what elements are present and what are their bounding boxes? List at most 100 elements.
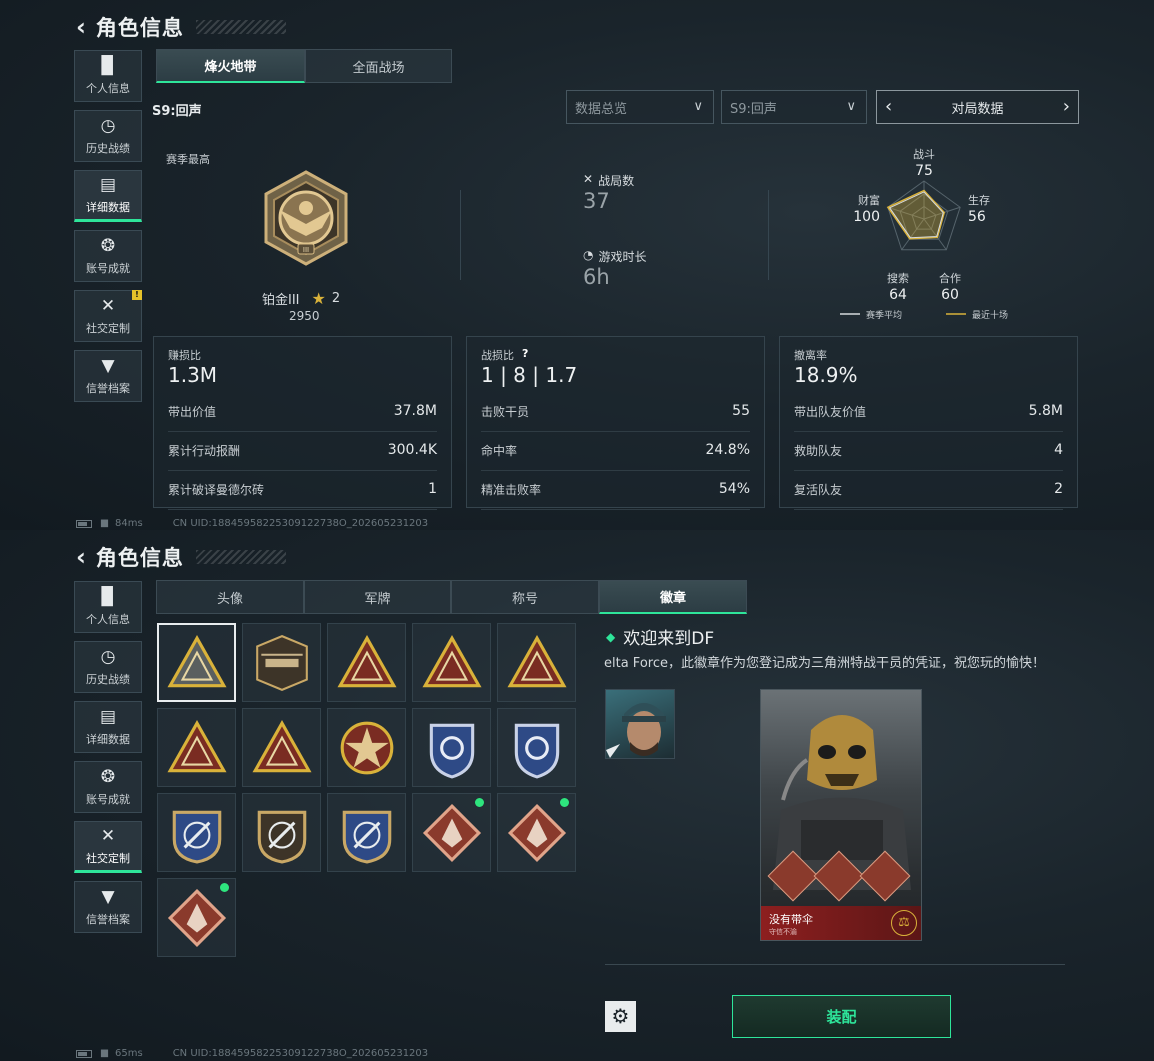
number-one-badge-icon: [166, 719, 227, 772]
badge-cell[interactable]: [157, 878, 236, 957]
crossed-swords-icon: ✕: [583, 172, 594, 186]
radar-axis-value: 56: [968, 209, 986, 225]
tab-badge[interactable]: 徽章: [599, 580, 747, 614]
overview-dropdown[interactable]: 数据总览 ∨: [566, 90, 714, 124]
row-divider: [794, 509, 1063, 510]
stat-row-label: 救助队友: [794, 444, 843, 458]
mode-tabs: 烽火地带 全面战场: [156, 49, 452, 83]
nav-history[interactable]: ◷ 历史战绩: [74, 110, 142, 162]
badge-cell[interactable]: [497, 708, 576, 787]
nav-reputation[interactable]: ▼ 信誉档案: [74, 881, 142, 933]
stat-row-value: 37.8M: [393, 403, 437, 419]
bar-chart-icon: ▐▍: [94, 55, 122, 76]
playtime-value: 6h: [583, 265, 610, 289]
stat-row-label: 带出价值: [168, 405, 217, 419]
nav-detailed-data[interactable]: ▤ 详细数据: [74, 701, 142, 753]
badge-cell[interactable]: [242, 623, 321, 702]
page-header: ‹ 角色信息: [76, 542, 286, 572]
bar-chart-icon: ▐▍: [94, 586, 122, 607]
nav-social-custom[interactable]: ✕ 社交定制!: [74, 290, 142, 342]
row-divider: [794, 431, 1063, 432]
tab-title[interactable]: 称号: [451, 580, 599, 614]
nav-social-custom[interactable]: ✕ 社交定制: [74, 821, 142, 873]
status-footer: ▮▮ 65ms CN UID:18845958225309122738O_202…: [76, 1048, 428, 1059]
equipped-badges: [767, 850, 911, 902]
badge-cell[interactable]: [327, 708, 406, 787]
tools-icon: ✕: [100, 825, 116, 846]
radar-axis-label: 财富: [858, 193, 880, 207]
nav-history[interactable]: ◷ 历史战绩: [74, 641, 142, 693]
badge-cell[interactable]: [242, 708, 321, 787]
nav-personal-info[interactable]: ▐▍ 个人信息: [74, 581, 142, 633]
operator-avatar[interactable]: [605, 689, 675, 759]
stopwatch-icon: ◔: [583, 248, 594, 262]
equip-button[interactable]: 装配: [732, 995, 951, 1038]
badge-cell[interactable]: [157, 708, 236, 787]
radar-recent-shape: [886, 189, 946, 240]
page-title: 角色信息: [95, 546, 184, 570]
stat-row-label: 命中率: [481, 444, 518, 458]
badge-cell[interactable]: [327, 793, 406, 872]
badge-description: elta Force，此徽章作为您登记成为三角洲特战干员的凭证，祝您玩的愉快！: [604, 656, 1045, 671]
radar-axis-value: 100: [853, 209, 880, 225]
badge-cell[interactable]: [412, 623, 491, 702]
stat-row-value: 54%: [718, 481, 750, 497]
playtime-label: ◔ 游戏时长: [583, 248, 647, 264]
season-dropdown[interactable]: S9:回声 ∨: [721, 90, 867, 124]
folders-icon: ▤: [99, 706, 117, 727]
tab-avatar[interactable]: 头像: [156, 580, 304, 614]
badge-cell[interactable]: [157, 623, 236, 702]
badge-cell[interactable]: [412, 793, 491, 872]
tower-badge-icon: [421, 634, 482, 687]
badge-cell[interactable]: [497, 793, 576, 872]
tab-full-battle[interactable]: 全面战场: [305, 49, 452, 83]
prev-arrow-icon[interactable]: ‹: [885, 96, 892, 117]
star-medal-badge-icon: [340, 721, 393, 774]
row-divider: [481, 509, 750, 510]
legend-label: 最近十场: [972, 309, 1008, 321]
nav-achievements[interactable]: ❂ 账号成就: [74, 761, 142, 813]
matches-value: 37: [583, 189, 610, 213]
back-icon[interactable]: ‹: [76, 545, 86, 569]
new-indicator-dot: [220, 883, 229, 892]
ping-value: 65ms: [115, 1048, 143, 1059]
new-indicator-dot: [560, 798, 569, 807]
badge-cell[interactable]: [327, 623, 406, 702]
tab-warzone[interactable]: 烽火地带: [156, 49, 305, 83]
nav-personal-info[interactable]: ▐▍ 个人信息: [74, 50, 142, 102]
radar-axis-value: 75: [915, 163, 933, 179]
nav-reputation[interactable]: ▼ 信誉档案: [74, 350, 142, 402]
row-divider: [481, 431, 750, 432]
back-icon[interactable]: ‹: [76, 15, 86, 39]
crossed-guns-badge-icon: [342, 810, 391, 864]
battery-icon: [76, 519, 92, 528]
stat-card-profit: 赚损比 1.3M 带出价值 37.8M 累计行动报酬 300.4K 累计破译曼德尔砖 1: [153, 336, 452, 510]
help-icon[interactable]: ?: [522, 347, 528, 363]
divider: [605, 964, 1065, 965]
badge-cell[interactable]: [497, 623, 576, 702]
alert-badge: !: [132, 290, 142, 300]
side-nav: ▐▍ 个人信息 ◷ 历史战绩 ▤ 详细数据 ❂ 账号成就 ✕ 社交定制 ▼ 信誉档案: [74, 581, 142, 941]
season-label: S9:回声: [152, 104, 202, 119]
next-arrow-icon[interactable]: ›: [1063, 96, 1070, 117]
nav-detailed-data[interactable]: ▤ 详细数据: [74, 170, 142, 222]
stat-row-label: 精准击败率: [481, 483, 542, 497]
radar-axis-label: 合作: [939, 271, 961, 285]
badge-cell[interactable]: [412, 708, 491, 787]
radar-axis-value: 60: [941, 287, 959, 303]
tab-dogtag[interactable]: 军牌: [304, 580, 451, 614]
badge-cell[interactable]: [242, 793, 321, 872]
clock-icon: ◷: [100, 646, 116, 667]
ping-value: 84ms: [115, 518, 143, 529]
card-title: 赚损比: [168, 349, 201, 362]
badge-cell[interactable]: [157, 793, 236, 872]
operator-card[interactable]: 没有带伞 守信不渝 ⚖: [760, 689, 922, 941]
wolf-badge-icon: [507, 803, 566, 862]
stat-row-value: 2: [1054, 481, 1063, 497]
wolf-badge-slot: [767, 850, 819, 902]
operator-nameplate: 没有带伞 守信不渝 ⚖: [761, 906, 921, 940]
stat-row-label: 击败干员: [481, 405, 530, 419]
rank-points: 2950: [289, 309, 320, 323]
settings-gear-icon[interactable]: ⚙: [605, 1001, 636, 1032]
nav-achievements[interactable]: ❂ 账号成就: [74, 230, 142, 282]
